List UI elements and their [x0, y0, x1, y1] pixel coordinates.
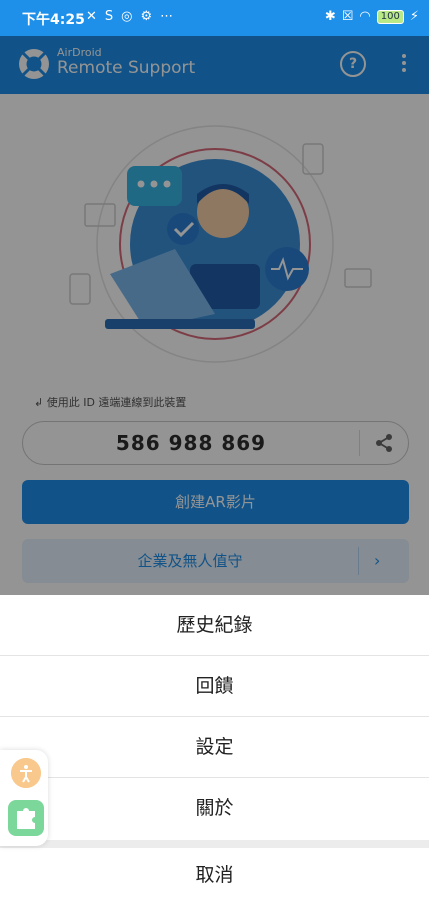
floating-widget[interactable]	[0, 750, 48, 846]
dim-overlay[interactable]	[0, 36, 429, 595]
no-sim-icon: ☒	[341, 9, 354, 24]
menu-item-settings[interactable]: 設定	[0, 717, 429, 778]
wifi-icon: ◠	[359, 9, 371, 24]
puzzle-icon[interactable]	[8, 800, 44, 836]
accessibility-icon[interactable]	[11, 758, 41, 788]
status-time: 下午4:25	[22, 12, 85, 28]
action-sheet: 歷史紀錄 回饋 設定 關於 取消	[0, 595, 429, 902]
s-icon: S	[104, 9, 114, 24]
menu-item-feedback[interactable]: 回饋	[0, 656, 429, 717]
status-bar: 下午4:25 ✕ S ◎ ⚙ ⋯ ✱ ☒ ◠ 100 ⚡	[0, 0, 429, 36]
cancel-button[interactable]: 取消	[0, 848, 429, 902]
vibrate-off-icon: ✕	[86, 9, 97, 24]
sheet-separator	[0, 840, 429, 848]
settings-icon: ⚙	[140, 9, 153, 24]
vpn-icon: ◎	[121, 9, 133, 24]
menu-item-history[interactable]: 歷史紀錄	[0, 595, 429, 656]
bluetooth-icon: ✱	[324, 9, 336, 24]
status-left-icons: ✕ S ◎ ⚙ ⋯	[86, 9, 173, 24]
charging-icon: ⚡	[409, 9, 419, 24]
more-dots-icon: ⋯	[160, 9, 174, 24]
menu-item-about[interactable]: 關於	[0, 778, 429, 838]
status-right-icons: ✱ ☒ ◠ 100 ⚡	[325, 9, 419, 24]
battery-icon: 100	[376, 9, 404, 24]
